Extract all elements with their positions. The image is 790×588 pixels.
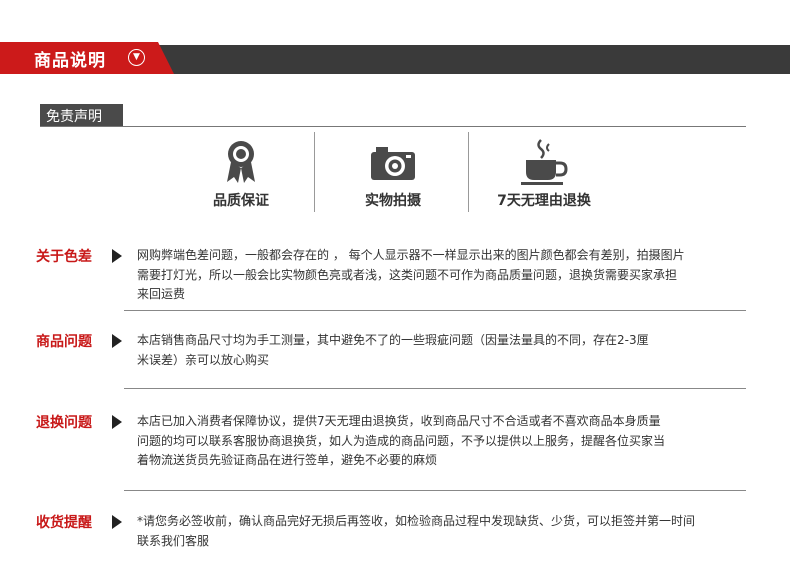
section-title: 退换问题: [36, 415, 92, 431]
body-line: *请您务必签收前，确认商品完好无损后再签收，如检验商品过程中发现缺货、少货，可以…: [137, 514, 696, 528]
section-body: 网购弊端色差问题，一般都会存在的 ， 每个人显示器不一样显示出来的图片颜色都会有…: [137, 246, 747, 305]
section-body: *请您务必签收前，确认商品完好无损后再签收，如检验商品过程中发现缺货、少货，可以…: [137, 512, 747, 551]
section-divider: [124, 490, 746, 491]
disclaimer-tab: 免责声明: [40, 104, 123, 126]
section-body: 本店已加入消费者保障协议，提供7天无理由退换货，收到商品尺寸不合适或者不喜欢商品…: [137, 412, 747, 471]
feature-photo: 实物拍摄: [318, 138, 468, 218]
section-divider: [124, 310, 746, 311]
body-line: 联系我们客服: [137, 533, 210, 548]
arrow-right-icon: [112, 249, 122, 263]
section-header: 商品说明 ▼: [0, 42, 790, 74]
feature-label-photo: 实物拍摄: [365, 193, 421, 209]
feature-label-quality: 品质保证: [213, 193, 269, 209]
body-line: 本店销售商品尺寸均为手工测量，其中避免不了的一些瑕疵问题（因量法量具的不同，存在…: [137, 333, 649, 347]
body-line: 来回运费: [137, 287, 186, 301]
section-title: 商品问题: [36, 334, 92, 350]
arrow-right-icon: [112, 515, 122, 529]
body-line: 本店已加入消费者保障协议，提供7天无理由退换货，收到商品尺寸不合适或者不喜欢商品…: [137, 414, 661, 428]
coffee-cup-icon: [469, 138, 619, 186]
section-divider: [124, 388, 746, 389]
feature-return: 7天无理由退换: [469, 138, 619, 218]
body-line: 网购弊端色差问题，一般都会存在的 ， 每个人显示器不一样显示出来的图片颜色都会有…: [137, 248, 685, 262]
arrow-right-icon: [112, 415, 122, 429]
feature-quality: 品质保证: [166, 138, 316, 218]
award-ribbon-icon: [166, 138, 316, 186]
section-title: 收货提醒: [36, 515, 92, 531]
disclaimer-label: 免责声明: [46, 109, 102, 125]
section-title: 关于色差: [36, 249, 92, 265]
body-line: 米误差）亲可以放心购买: [137, 352, 270, 367]
camera-icon: [318, 138, 468, 186]
body-line: 问题的均可以联系客服协商退换货，如人为造成的商品问题，不予以提供以上服务，提醒各…: [137, 433, 666, 448]
header-title: 商品说明: [34, 51, 106, 71]
feature-divider: [314, 132, 315, 212]
tab-underline: [40, 126, 746, 127]
body-line: 需要打灯光，所以一般会比实物颜色亮或者浅，这类问题不可作为商品质量问题，退换货需…: [137, 267, 678, 282]
arrow-right-icon: [112, 334, 122, 348]
chevron-down-icon: ▼: [128, 49, 145, 66]
body-line: 着物流送货员先验证商品在进行签单，避免不必要的麻烦: [137, 453, 438, 467]
feature-label-return: 7天无理由退换: [497, 193, 591, 209]
section-body: 本店销售商品尺寸均为手工测量，其中避免不了的一些瑕疵问题（因量法量具的不同，存在…: [137, 331, 747, 370]
